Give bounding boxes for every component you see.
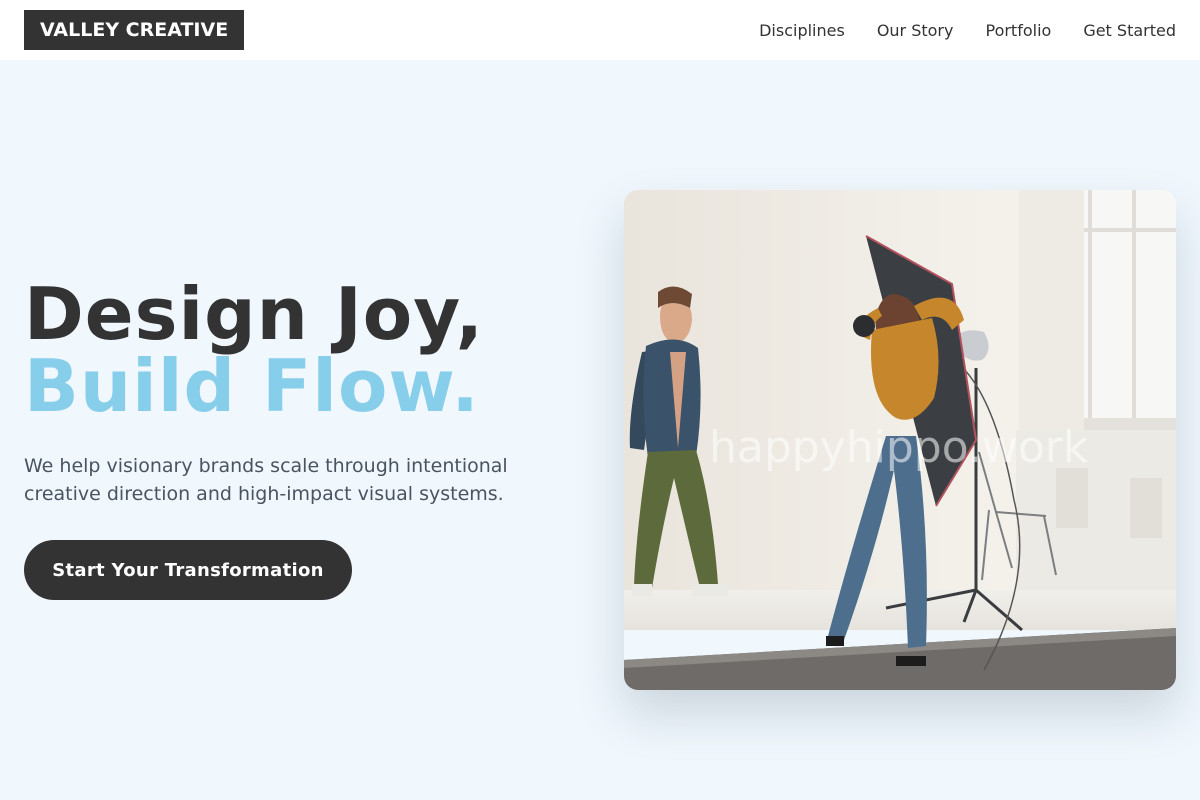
start-transformation-button[interactable]: Start Your Transformation [24,540,352,600]
nav-link-get-started[interactable]: Get Started [1083,21,1176,40]
photo-watermark: happyhippo.work [709,422,1089,473]
hero-headline: Design Joy, Build Flow. [24,278,584,422]
site-header: VALLEY CREATIVE Disciplines Our Story Po… [0,0,1200,60]
hero-headline-line2: Build Flow. [24,344,480,428]
site-logo[interactable]: VALLEY CREATIVE [24,10,245,50]
hero-photo: happyhippo.work [624,190,1176,690]
main-nav: Disciplines Our Story Portfolio Get Star… [759,21,1176,40]
hero-section: Design Joy, Build Flow. We help visionar… [24,278,584,600]
nav-link-our-story[interactable]: Our Story [877,21,954,40]
hero-subtitle: We help visionary brands scale through i… [24,455,508,505]
photo-studio-illustration: happyhippo.work [624,190,1176,690]
nav-link-portfolio[interactable]: Portfolio [985,21,1051,40]
hero-headline-line1: Design Joy, [24,272,484,356]
nav-link-disciplines[interactable]: Disciplines [759,21,845,40]
